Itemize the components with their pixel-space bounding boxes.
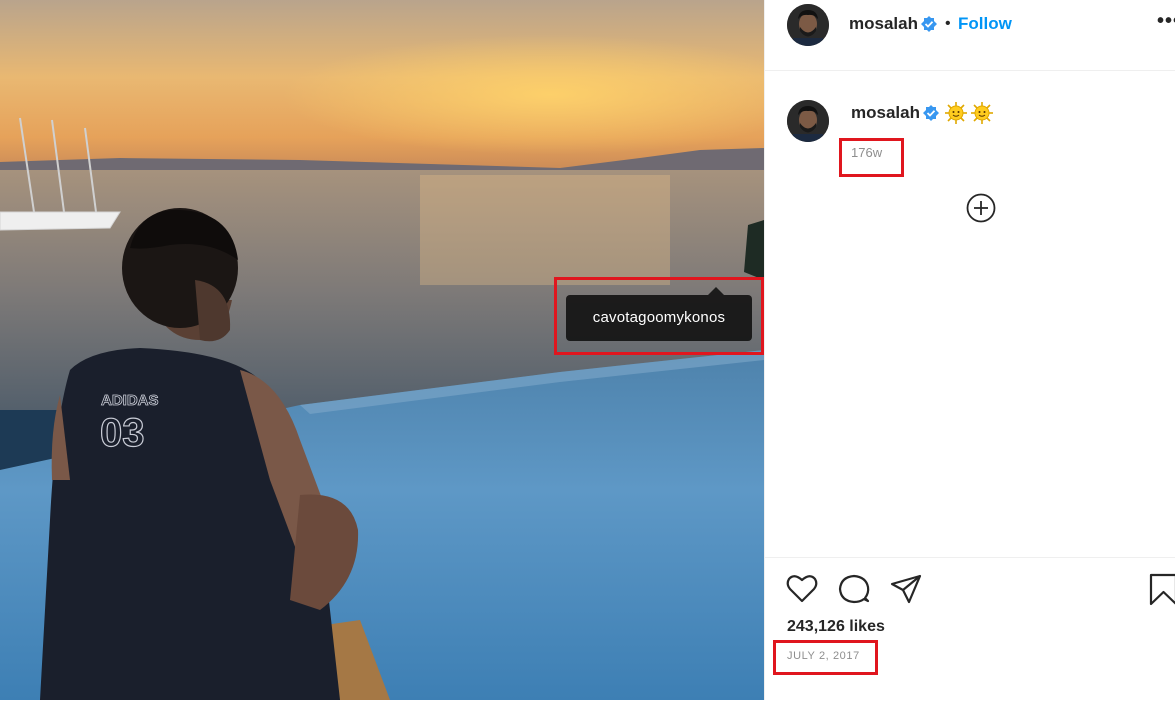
sun-face-emoji-icon (945, 102, 967, 124)
avatar[interactable] (787, 4, 829, 46)
heart-icon[interactable] (785, 572, 819, 606)
caption-username[interactable]: mosalah (851, 103, 920, 123)
caption-avatar[interactable] (787, 100, 829, 142)
bookmark-icon[interactable] (1147, 572, 1175, 606)
verified-badge-icon (921, 16, 937, 32)
post-photo[interactable]: ADIDAS 03 cavotagoomykonos (0, 0, 764, 700)
plus-circle-icon[interactable] (966, 193, 996, 223)
shirt-print: ADIDAS 03 (99, 392, 159, 456)
follow-button[interactable]: Follow (958, 14, 1012, 34)
post-header: mosalah • Follow ••• (765, 0, 1175, 71)
caption-time-ago[interactable]: 176w (851, 145, 882, 160)
post-date[interactable]: JULY 2, 2017 (787, 650, 860, 662)
header-username[interactable]: mosalah (849, 14, 918, 34)
location-tag-tooltip[interactable]: cavotagoomykonos (566, 287, 752, 341)
share-icon[interactable] (889, 572, 923, 606)
sun-face-emoji-icon (971, 102, 993, 124)
post-side-panel: mosalah • Follow ••• mosalah (764, 0, 1175, 700)
verified-badge-icon (923, 105, 939, 121)
shirt-number: 03 (100, 411, 145, 455)
shirt-brand: ADIDAS (101, 392, 159, 409)
likes-count[interactable]: 243,126 likes (787, 618, 885, 636)
sunset-pool-image (0, 0, 764, 700)
header-separator: • (945, 15, 951, 32)
comment-icon[interactable] (837, 572, 871, 606)
more-options-icon[interactable]: ••• (1157, 10, 1175, 33)
